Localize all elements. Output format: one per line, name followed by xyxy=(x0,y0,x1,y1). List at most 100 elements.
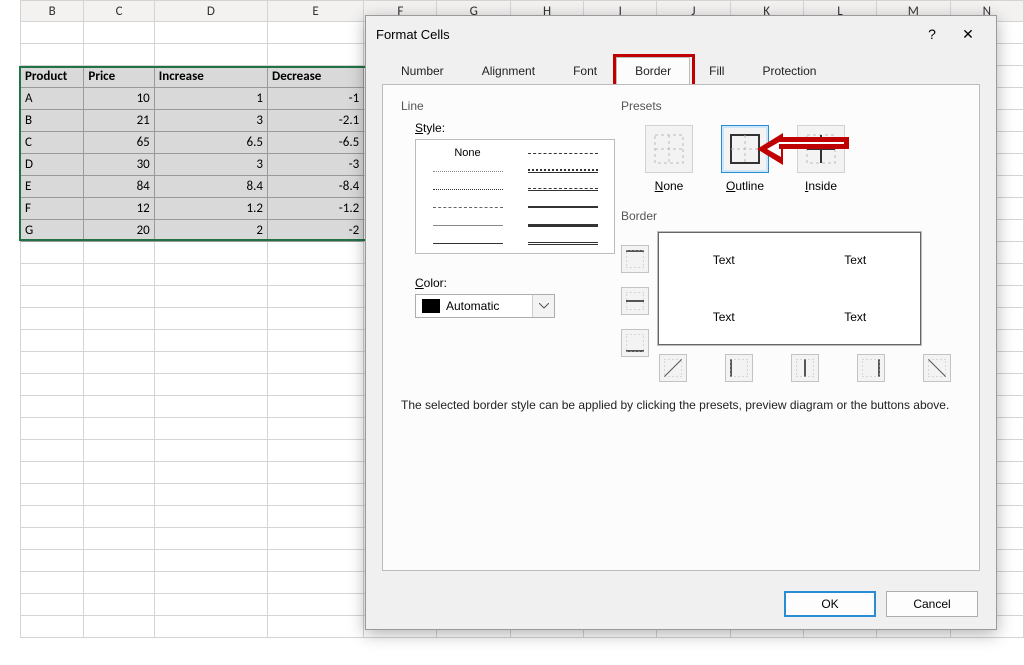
cell[interactable] xyxy=(268,22,364,44)
tab-protection[interactable]: Protection xyxy=(743,57,835,85)
close-button[interactable]: ✕ xyxy=(950,26,986,43)
cell[interactable] xyxy=(84,374,154,396)
cell[interactable] xyxy=(154,22,267,44)
preset-outline[interactable]: Outline xyxy=(721,125,769,193)
cell[interactable]: 65 xyxy=(84,132,154,154)
cell[interactable] xyxy=(154,286,267,308)
cell[interactable] xyxy=(21,44,84,66)
cell[interactable] xyxy=(154,374,267,396)
ok-button[interactable]: OK xyxy=(784,591,876,617)
cell[interactable] xyxy=(154,352,267,374)
cell[interactable]: D xyxy=(21,154,84,176)
cell[interactable]: -1 xyxy=(268,88,364,110)
cell[interactable] xyxy=(268,352,364,374)
preset-none[interactable]: None xyxy=(645,125,693,193)
cell[interactable] xyxy=(268,528,364,550)
cell[interactable] xyxy=(268,374,364,396)
cell[interactable]: 1.2 xyxy=(154,198,267,220)
cell[interactable] xyxy=(84,440,154,462)
cell[interactable]: 84 xyxy=(84,176,154,198)
cell[interactable] xyxy=(154,594,267,616)
cell[interactable]: 1 xyxy=(154,88,267,110)
tab-border[interactable]: Border xyxy=(616,57,690,85)
cell[interactable]: -1.2 xyxy=(268,198,364,220)
cell[interactable] xyxy=(21,440,84,462)
cell[interactable] xyxy=(84,396,154,418)
cell[interactable] xyxy=(268,484,364,506)
cell[interactable] xyxy=(21,616,84,638)
cell[interactable] xyxy=(21,352,84,374)
cell[interactable] xyxy=(154,330,267,352)
cell[interactable] xyxy=(268,242,364,264)
cell[interactable]: -6.5 xyxy=(268,132,364,154)
cell[interactable]: Price xyxy=(84,66,154,88)
cell[interactable]: 30 xyxy=(84,154,154,176)
border-preview[interactable]: Text Text Text Text xyxy=(657,231,922,346)
cell[interactable] xyxy=(268,572,364,594)
column-header[interactable]: D xyxy=(154,1,267,22)
border-top-button[interactable] xyxy=(621,245,649,273)
tab-font[interactable]: Font xyxy=(554,57,616,85)
border-diag-down-button[interactable] xyxy=(923,354,951,382)
border-middle-h-button[interactable] xyxy=(621,287,649,315)
column-header[interactable]: C xyxy=(84,1,154,22)
cell[interactable] xyxy=(21,484,84,506)
cell[interactable]: E xyxy=(21,176,84,198)
cell[interactable] xyxy=(21,528,84,550)
cell[interactable] xyxy=(154,484,267,506)
cell[interactable]: 3 xyxy=(154,154,267,176)
cell[interactable] xyxy=(154,506,267,528)
cell[interactable] xyxy=(21,594,84,616)
cell[interactable]: 3 xyxy=(154,110,267,132)
cell[interactable]: 2 xyxy=(154,220,267,242)
cell[interactable] xyxy=(154,418,267,440)
cell[interactable] xyxy=(268,550,364,572)
cell[interactable] xyxy=(21,572,84,594)
border-diag-up-button[interactable] xyxy=(659,354,687,382)
color-dropdown[interactable]: Automatic xyxy=(415,294,555,318)
cell[interactable]: A xyxy=(21,88,84,110)
cell[interactable]: G xyxy=(21,220,84,242)
cell[interactable] xyxy=(268,264,364,286)
cell[interactable] xyxy=(154,308,267,330)
cell[interactable]: -2.1 xyxy=(268,110,364,132)
cell[interactable]: 10 xyxy=(84,88,154,110)
style-none-option[interactable]: None xyxy=(420,144,515,162)
cell[interactable]: 12 xyxy=(84,198,154,220)
cell[interactable] xyxy=(84,22,154,44)
cell[interactable] xyxy=(268,462,364,484)
cell[interactable] xyxy=(154,44,267,66)
line-style-list[interactable]: None xyxy=(415,139,615,254)
cell[interactable] xyxy=(84,616,154,638)
column-header[interactable]: B xyxy=(21,1,84,22)
cell[interactable] xyxy=(84,528,154,550)
cell[interactable] xyxy=(84,286,154,308)
cell[interactable]: F xyxy=(21,198,84,220)
help-button[interactable]: ? xyxy=(914,26,950,42)
cell[interactable]: 20 xyxy=(84,220,154,242)
cell[interactable] xyxy=(84,462,154,484)
cell[interactable] xyxy=(268,44,364,66)
cell[interactable]: 6.5 xyxy=(154,132,267,154)
cell[interactable] xyxy=(268,440,364,462)
cell[interactable] xyxy=(268,594,364,616)
cell[interactable] xyxy=(21,418,84,440)
cell[interactable]: -2 xyxy=(268,220,364,242)
cell[interactable] xyxy=(84,506,154,528)
cell[interactable] xyxy=(84,264,154,286)
cell[interactable]: 21 xyxy=(84,110,154,132)
cell[interactable] xyxy=(154,264,267,286)
cell[interactable] xyxy=(268,308,364,330)
cell[interactable] xyxy=(154,462,267,484)
cell[interactable]: Product xyxy=(21,66,84,88)
preset-inside[interactable]: Inside xyxy=(797,125,845,193)
cancel-button[interactable]: Cancel xyxy=(886,591,978,617)
cell[interactable] xyxy=(21,506,84,528)
cell[interactable] xyxy=(154,550,267,572)
cell[interactable]: Decrease xyxy=(268,66,364,88)
cell[interactable] xyxy=(84,242,154,264)
cell[interactable] xyxy=(21,264,84,286)
column-header[interactable]: E xyxy=(268,1,364,22)
cell[interactable] xyxy=(21,396,84,418)
cell[interactable] xyxy=(21,308,84,330)
